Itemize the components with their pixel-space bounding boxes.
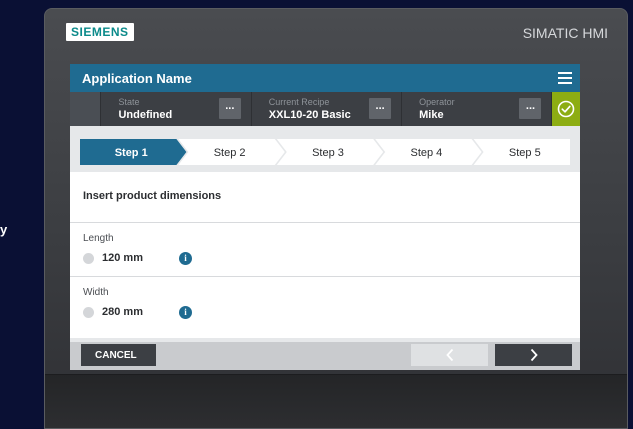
width-info-icon[interactable]: i xyxy=(179,306,192,319)
device-bezel-bottom xyxy=(45,374,627,428)
step-4[interactable]: Step 4 xyxy=(375,139,482,165)
width-field[interactable]: 280 mm xyxy=(83,306,143,318)
info-bar-lead xyxy=(70,92,102,126)
hamburger-menu-icon[interactable] xyxy=(558,72,572,84)
step-1[interactable]: Step 1 xyxy=(80,139,187,165)
app-titlebar: Application Name xyxy=(70,64,580,92)
divider xyxy=(70,276,580,277)
length-label: Length xyxy=(83,233,114,244)
width-radio[interactable] xyxy=(83,306,94,318)
recipe-more-button[interactable]: ... xyxy=(369,98,392,119)
operator-value: Mike xyxy=(419,109,444,121)
length-field[interactable]: 120 mm xyxy=(83,252,143,264)
status-ok-indicator[interactable] xyxy=(552,92,580,126)
length-value: 120 mm xyxy=(102,252,143,264)
cancel-button[interactable]: CANCEL xyxy=(81,344,156,366)
recipe-value: XXL10-20 Basic xyxy=(268,109,351,121)
step-2[interactable]: Step 2 xyxy=(178,139,285,165)
step-indicator: Step 1 Step 2 Step 3 Step 4 Step 5 xyxy=(70,139,580,165)
app-title: Application Name xyxy=(82,70,192,86)
recipe-cell: Current Recipe XXL10-20 Basic ... xyxy=(252,92,403,126)
form-title: Insert product dimensions xyxy=(83,190,222,202)
step-label: Step 4 xyxy=(410,147,442,159)
step-label: Step 1 xyxy=(115,147,148,159)
footer-bar: CANCEL xyxy=(70,342,580,370)
width-value: 280 mm xyxy=(102,306,143,318)
state-more-button[interactable]: ... xyxy=(218,98,241,119)
hmi-device: SIEMENS SIMATIC HMI Application Name Sta… xyxy=(44,8,628,429)
previous-button[interactable] xyxy=(411,344,488,366)
device-model: SIMATIC HMI xyxy=(522,25,608,41)
chevron-right-icon xyxy=(530,348,538,362)
background-mark: y xyxy=(0,222,8,237)
form-panel: Insert product dimensions Length 120 mm … xyxy=(70,172,580,338)
state-cell: State Undefined ... xyxy=(101,92,252,126)
state-label: State xyxy=(118,97,140,107)
operator-label: Operator xyxy=(419,97,455,107)
operator-more-button[interactable]: ... xyxy=(519,98,542,119)
info-bar: State Undefined ... Current Recipe XXL10… xyxy=(70,92,580,126)
length-radio[interactable] xyxy=(83,252,94,264)
state-value: Undefined xyxy=(118,109,173,121)
checkmark-circle-icon xyxy=(557,100,575,118)
chevron-left-icon xyxy=(445,348,453,362)
step-5[interactable]: Step 5 xyxy=(473,139,570,165)
step-indicator-svg: Step 1 Step 2 Step 3 Step 4 Step 5 xyxy=(80,139,570,165)
step-label: Step 2 xyxy=(214,147,246,159)
length-info-icon[interactable]: i xyxy=(179,252,192,265)
width-label: Width xyxy=(83,287,109,298)
operator-cell: Operator Mike ... xyxy=(402,92,553,126)
next-button[interactable] xyxy=(495,344,572,366)
step-3[interactable]: Step 3 xyxy=(276,139,384,165)
divider xyxy=(70,222,580,223)
recipe-label: Current Recipe xyxy=(268,97,330,107)
step-label: Step 5 xyxy=(509,147,541,159)
step-label: Step 3 xyxy=(312,147,344,159)
brand-logo: SIEMENS xyxy=(66,23,134,41)
hmi-screen: Application Name State Undefined ... Cur… xyxy=(70,64,580,370)
